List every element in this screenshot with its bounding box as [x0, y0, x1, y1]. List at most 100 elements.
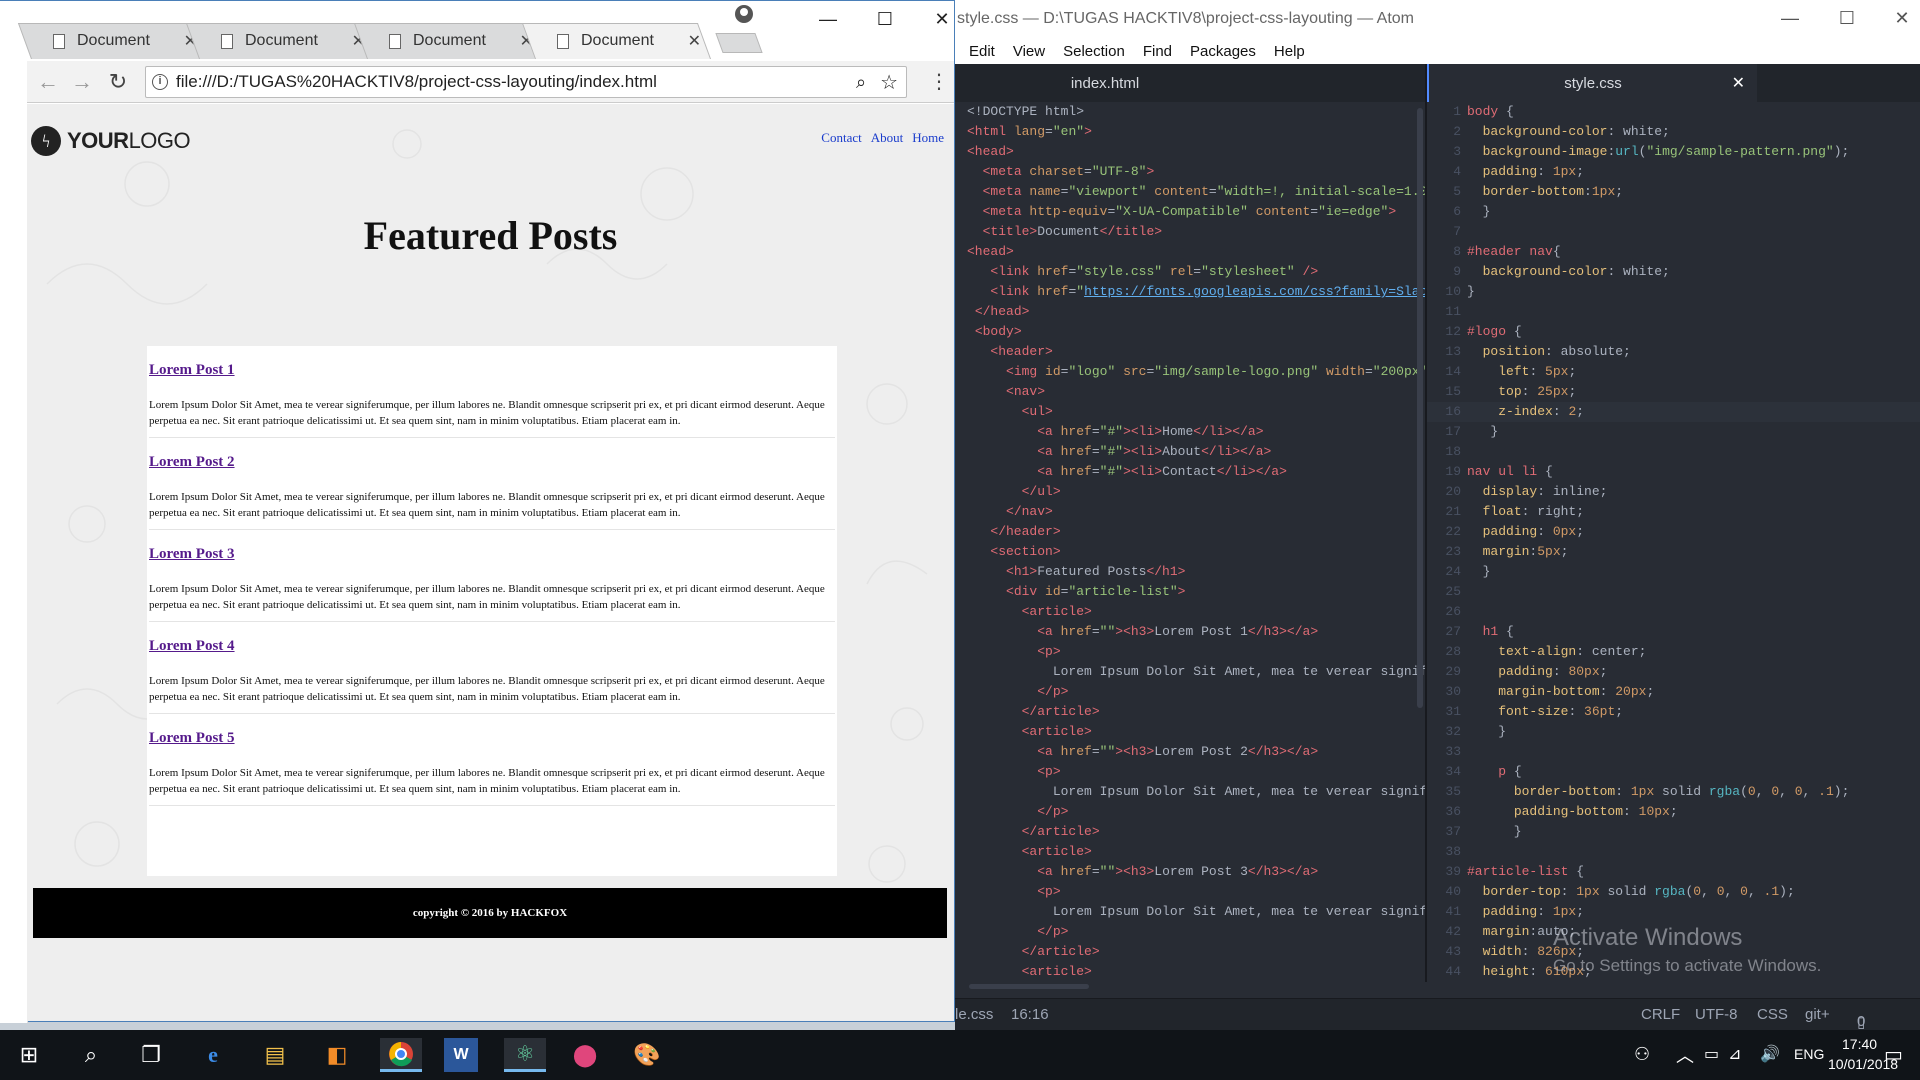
article-title-link[interactable]: Lorem Post 1 [149, 362, 235, 378]
code-line[interactable]: <body> [955, 322, 1425, 342]
network-icon[interactable]: ⊿ [1728, 1044, 1741, 1064]
editor-pane-html[interactable]: <!DOCTYPE html> <html lang="en"> <head> <m… [955, 102, 1425, 982]
reload-icon[interactable]: ↻ [105, 69, 131, 95]
chevron-up-icon[interactable]: ︿ [1676, 1042, 1694, 1068]
article-title-link[interactable]: Lorem Post 5 [149, 730, 235, 746]
code-line[interactable]: <html lang="en"> [955, 122, 1425, 142]
browser-tab[interactable]: Document ✕ [541, 23, 709, 59]
task-view-icon[interactable]: ❐ [134, 1038, 168, 1072]
atom-icon[interactable]: ⚛ [504, 1038, 546, 1072]
article-title-link[interactable]: Lorem Post 2 [149, 454, 235, 470]
code-line[interactable]: <article> [955, 602, 1425, 622]
code-line[interactable]: <img id="logo" src="img/sample-logo.png"… [955, 362, 1425, 382]
status-file[interactable]: le.css [955, 1006, 993, 1023]
code-line[interactable]: <meta http-equiv = "X-UA-Compatible" conte… [955, 202, 1425, 222]
code-line[interactable]: </article> [955, 942, 1425, 962]
code-line[interactable]: <!DOCTYPE html> [955, 102, 1425, 122]
code-line[interactable]: 24 } [1427, 562, 1920, 582]
site-logo[interactable]: ϟ YOURLOGO [31, 126, 191, 156]
paint-icon[interactable]: 🎨 [630, 1038, 664, 1072]
clock-time[interactable]: 17:40 [1842, 1036, 1877, 1052]
edge-icon[interactable]: e [196, 1038, 230, 1072]
nav-link-contact[interactable]: Contact [821, 130, 861, 146]
magnifier-icon[interactable]: ⌕ [856, 72, 866, 93]
chrome-icon[interactable] [380, 1038, 422, 1072]
kebab-menu-icon[interactable]: ⋮ [929, 69, 949, 94]
maximize-button[interactable]: ☐ [870, 9, 900, 30]
code-line[interactable]: 14 left: 5px; [1427, 362, 1920, 382]
code-line[interactable]: 6 } [1427, 202, 1920, 222]
close-icon[interactable]: ✕ [1732, 73, 1745, 93]
code-line[interactable]: <meta charset="UTF-8"> [955, 162, 1425, 182]
tab-index-html[interactable]: index.html [955, 64, 1255, 102]
code-line[interactable]: 12 #logo { [1427, 322, 1920, 342]
forward-arrow-icon[interactable]: → [69, 69, 95, 95]
nav-link-home[interactable]: Home [912, 130, 944, 146]
star-icon[interactable]: ☆ [880, 70, 898, 95]
code-line[interactable]: </nav> [955, 502, 1425, 522]
battery-icon[interactable]: ▭ [1704, 1044, 1719, 1064]
vertical-scrollbar[interactable] [1417, 108, 1423, 708]
code-line[interactable]: <a href=""><h3>Lorem Post 2</h3></a> [955, 742, 1425, 762]
people-icon[interactable]: ⚇ [1634, 1044, 1650, 1065]
code-line[interactable]: </ul> [955, 482, 1425, 502]
menu-find[interactable]: Find [1143, 43, 1172, 60]
code-line[interactable]: <link href="style.css" rel="stylesheet" … [955, 262, 1425, 282]
code-line[interactable]: 34 p { [1427, 762, 1920, 782]
code-line[interactable]: <title>Document</title> [955, 222, 1425, 242]
new-tab-button[interactable] [715, 33, 763, 53]
code-line[interactable]: 20 display: inline; [1427, 482, 1920, 502]
code-line[interactable]: 31 font-size: 36pt; [1427, 702, 1920, 722]
code-line[interactable]: 39 #article-list { [1427, 862, 1920, 882]
code-line[interactable]: </header> [955, 522, 1425, 542]
code-line[interactable]: <section> [955, 542, 1425, 562]
code-line[interactable]: 41 padding: 1px; [1427, 902, 1920, 922]
code-line[interactable]: 5 border-bottom:1px; [1427, 182, 1920, 202]
code-line[interactable]: 35 border-bottom: 1px solid rgba(0, 0, 0… [1427, 782, 1920, 802]
word-icon[interactable]: W [444, 1038, 478, 1072]
menu-packages[interactable]: Packages [1190, 43, 1256, 60]
horizontal-scrollbar[interactable] [969, 984, 1089, 989]
profile-icon[interactable] [735, 5, 753, 23]
status-line-ending[interactable]: CRLF [1641, 1006, 1680, 1023]
code-line[interactable]: <a href="#"><li>Contact</li></a> [955, 462, 1425, 482]
tab-close-icon[interactable]: ✕ [688, 31, 701, 51]
code-line[interactable]: <p> [955, 642, 1425, 662]
nav-link-about[interactable]: About [871, 130, 904, 146]
code-line[interactable]: 1 body { [1427, 102, 1920, 122]
code-line[interactable]: 23 margin:5px; [1427, 542, 1920, 562]
code-line[interactable]: </article> [955, 822, 1425, 842]
code-line[interactable]: 40 border-top: 1px solid rgba(0, 0, 0, .… [1427, 882, 1920, 902]
tab-style-css[interactable]: style.css ✕ [1427, 64, 1757, 102]
code-line[interactable]: <nav> [955, 382, 1425, 402]
code-line[interactable]: <article> [955, 722, 1425, 742]
code-line[interactable]: 10} [1427, 282, 1920, 302]
code-line[interactable]: 37 } [1427, 822, 1920, 842]
app-orange-icon[interactable]: ◧ [320, 1038, 354, 1072]
browser-tab[interactable]: Document ✕ [37, 23, 205, 59]
menu-help[interactable]: Help [1274, 43, 1305, 60]
notification-icon[interactable]: ▭ [1884, 1042, 1903, 1067]
code-line[interactable]: 28 text-align: center; [1427, 642, 1920, 662]
code-line[interactable]: Lorem Ipsum Dolor Sit Amet, mea te verea… [955, 782, 1425, 802]
code-line[interactable]: <header> [955, 342, 1425, 362]
minimize-button[interactable]: — [813, 9, 843, 30]
close-window-button[interactable]: ✕ [1887, 8, 1917, 29]
code-line[interactable]: 33 [1427, 742, 1920, 762]
back-arrow-icon[interactable]: ← [35, 69, 61, 95]
file-explorer-icon[interactable]: ▤ [258, 1038, 292, 1072]
code-line[interactable]: <meta name="viewport" content="width=!, … [955, 182, 1425, 202]
article-title-link[interactable]: Lorem Post 3 [149, 546, 235, 562]
code-line[interactable]: 3 background-image:url("img/sample-patte… [1427, 142, 1920, 162]
browser-tab[interactable]: Document ✕ [373, 23, 541, 59]
code-line[interactable]: 17 } [1427, 422, 1920, 442]
status-cursor[interactable]: 16:16 [1011, 1006, 1049, 1023]
code-line[interactable]: <a href="#"><li>About</li></a> [955, 442, 1425, 462]
code-line[interactable]: <div id="article-list"> [955, 582, 1425, 602]
status-grammar[interactable]: CSS [1757, 1006, 1788, 1023]
code-line[interactable]: <p> [955, 762, 1425, 782]
code-line[interactable]: <a href=""><h3>Lorem Post 3</h3></a> [955, 862, 1425, 882]
code-line[interactable]: <h1>Featured Posts</h1> [955, 562, 1425, 582]
volume-icon[interactable]: 🔊 [1760, 1044, 1780, 1064]
code-line[interactable]: 26 [1427, 602, 1920, 622]
